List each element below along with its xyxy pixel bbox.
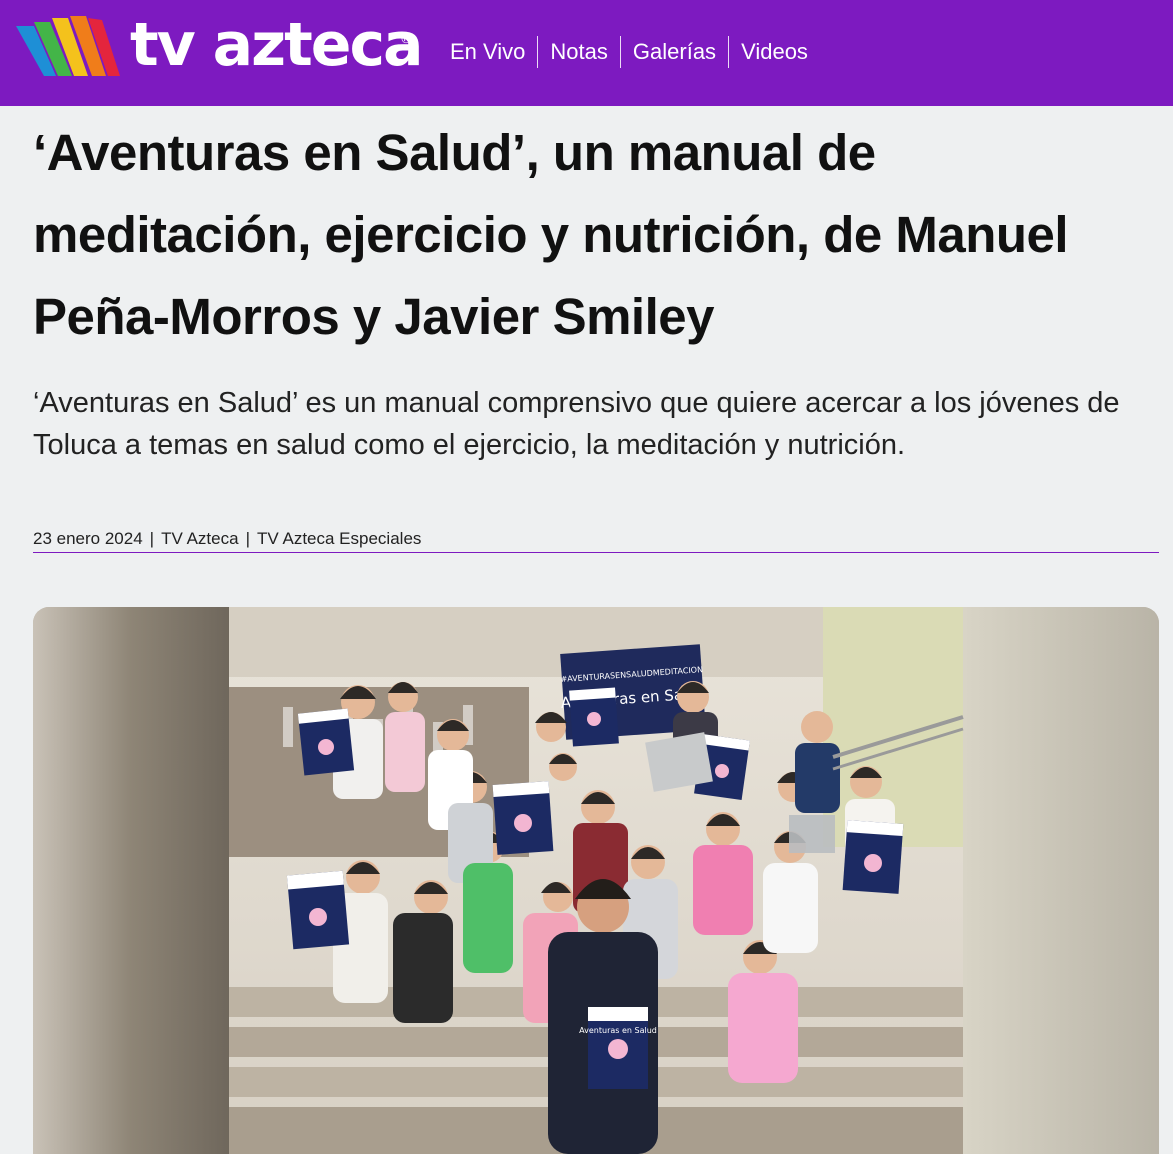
- article-title: ‘Aventuras en Salud’, un manual de medit…: [33, 124, 1069, 345]
- article-section-link[interactable]: TV Azteca Especiales: [257, 529, 421, 548]
- article-meta: 23 enero 2024 | TV Azteca | TV Azteca Especi…: [33, 529, 1159, 553]
- article-hero-photo[interactable]: #AVENTURASENSALUDMEDITACION Aventuras en…: [33, 607, 1159, 1154]
- nav-en-vivo[interactable]: En Vivo: [438, 36, 537, 68]
- nav-galerias[interactable]: Galerías: [619, 36, 728, 68]
- book-title-text: Aventuras en Salud: [579, 1026, 657, 1035]
- hero-photo-illustration: #AVENTURASENSALUDMEDITACION Aventuras en…: [33, 607, 1159, 1154]
- tv-azteca-logo[interactable]: tv azteca ®: [14, 10, 424, 82]
- nav-notas[interactable]: Notas: [537, 36, 619, 68]
- meta-separator: |: [245, 529, 250, 548]
- main-nav: En Vivo Notas Galerías Videos: [438, 34, 820, 70]
- logo-mark-icon: [16, 16, 120, 76]
- meta-separator: |: [149, 529, 155, 548]
- nav-videos[interactable]: Videos: [728, 36, 820, 68]
- logo-wordmark: tv azteca: [130, 10, 424, 80]
- registered-mark: ®: [400, 32, 412, 46]
- article-date: 23 enero 2024: [33, 529, 143, 548]
- article-author-link[interactable]: TV Azteca: [161, 529, 238, 548]
- site-header: tv azteca ® En Vivo Notas Galerías Video…: [0, 0, 1173, 106]
- article-summary: ‘Aventuras en Salud’ es un manual compre…: [33, 387, 1120, 461]
